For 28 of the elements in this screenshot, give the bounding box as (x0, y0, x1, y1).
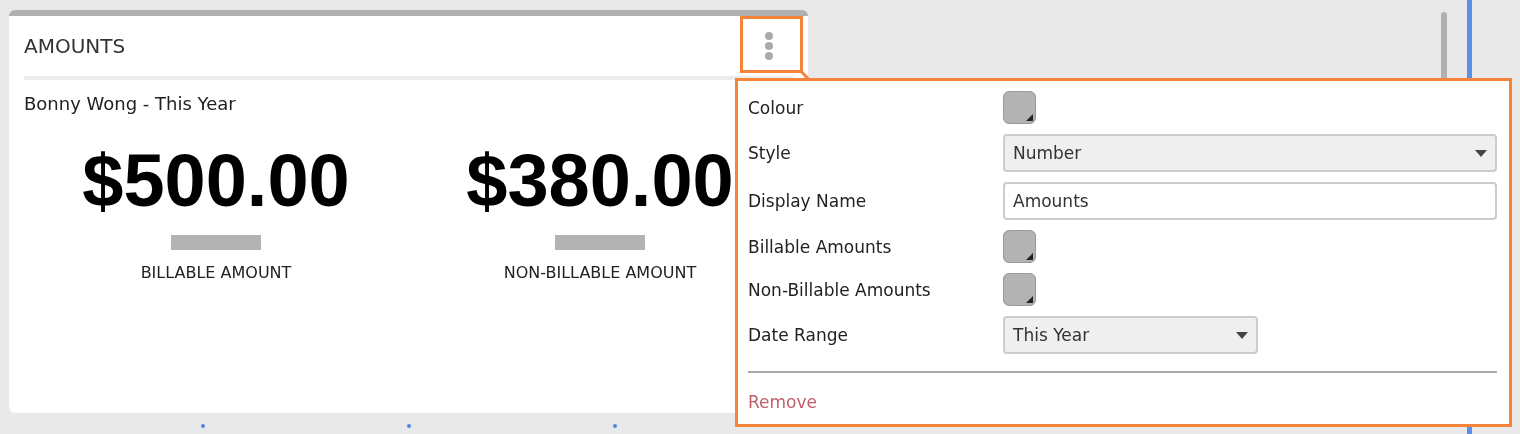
field-label: Colour (748, 97, 805, 118)
amount-value: $500.00 (82, 138, 350, 224)
amount-label: NON-BILLABLE AMOUNT (503, 263, 697, 282)
amount-value: $380.00 (466, 138, 734, 224)
select-dropdown[interactable]: Number (1003, 134, 1497, 172)
corner-triangle-icon (1026, 296, 1033, 303)
caret-icon (1475, 149, 1487, 157)
indicator-dot (613, 424, 617, 428)
field-label: Style (748, 143, 792, 163)
corner-triangle-icon (1026, 114, 1033, 121)
input-field[interactable]: Amounts (1003, 182, 1497, 220)
amount-label: BILLABLE AMOUNT (140, 263, 292, 282)
scrollbar[interactable] (1441, 12, 1447, 80)
corner-triangle-icon (1026, 253, 1033, 260)
select-dropdown[interactable]: This Year (1003, 316, 1258, 354)
colour-picker[interactable] (1003, 230, 1036, 263)
colour-picker[interactable] (1003, 273, 1036, 306)
field-label: Display Name (748, 191, 868, 211)
card-title: AMOUNTS (24, 34, 126, 58)
colour-picker[interactable] (1003, 91, 1036, 124)
indicator-dot (201, 424, 205, 428)
field-label: Billable Amounts (748, 236, 893, 257)
remove-link[interactable]: Remove (748, 392, 817, 412)
indicator-dot (407, 424, 411, 428)
caret-icon (1236, 331, 1248, 339)
field-label: Non-Billable Amounts (748, 279, 932, 300)
card-subtitle: Bonny Wong - This Year (24, 93, 236, 114)
field-label: Date Range (748, 325, 849, 345)
